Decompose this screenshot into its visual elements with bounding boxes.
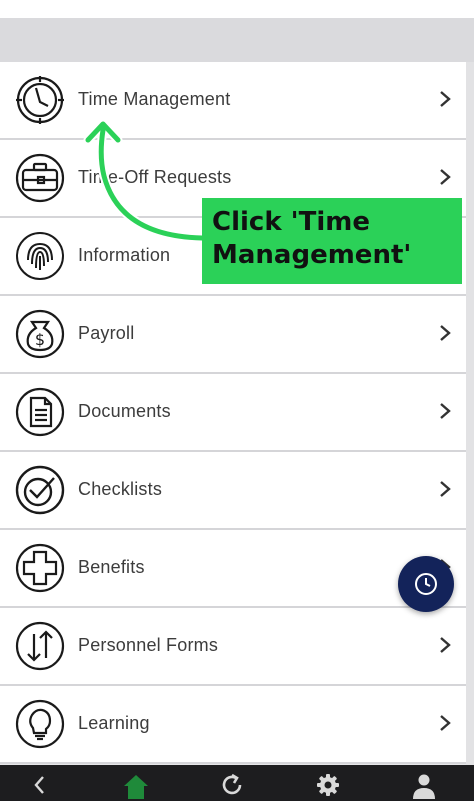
instruction-callout: Click 'Time Management' [202, 198, 462, 284]
svg-text:$: $ [35, 330, 45, 349]
menu-item-label: Documents [78, 401, 171, 421]
document-icon [14, 386, 66, 438]
header-band [0, 18, 474, 62]
menu-item-label: Checklists [78, 479, 163, 499]
menu-item-label: Personnel Forms [78, 635, 219, 655]
chevron-right-icon [438, 401, 452, 421]
clock-icon [413, 571, 439, 597]
status-bar [0, 0, 474, 18]
chevron-right-icon [438, 89, 452, 109]
fab-clock-button[interactable] [398, 556, 454, 612]
menu-item-time-management[interactable]: Time Management [0, 62, 466, 140]
back-icon[interactable] [26, 771, 54, 799]
menu-item-label: Learning [78, 713, 150, 733]
chevron-right-icon [438, 479, 452, 499]
refresh-icon[interactable] [218, 771, 246, 799]
menu-item-label: Time Management [78, 89, 231, 109]
menu-item-payroll[interactable]: $ Payroll [0, 296, 466, 374]
chevron-right-icon [438, 323, 452, 343]
menu-item-learning[interactable]: Learning [0, 686, 466, 764]
transfer-arrows-icon [14, 620, 66, 672]
menu-item-label: Payroll [78, 323, 135, 343]
medical-cross-icon [14, 542, 66, 594]
menu-item-documents[interactable]: Documents [0, 374, 466, 452]
chevron-right-icon [438, 167, 452, 187]
menu-item-label: Benefits [78, 557, 145, 577]
scroll-gutter [466, 62, 474, 765]
user-icon[interactable] [410, 771, 438, 799]
menu-item-label: Time-Off Requests [78, 167, 232, 187]
menu-item-checklists[interactable]: Checklists [0, 452, 466, 530]
menu-item-label: Information [78, 245, 171, 265]
gear-icon[interactable] [314, 771, 342, 799]
menu-list: Time Management Time-Off Requests Inform… [0, 62, 466, 764]
checklist-icon [14, 464, 66, 516]
chevron-right-icon [438, 713, 452, 733]
fingerprint-icon [14, 230, 66, 282]
suitcase-icon [14, 152, 66, 204]
lightbulb-icon [14, 698, 66, 750]
clock-icon [14, 74, 66, 126]
chevron-right-icon [438, 635, 452, 655]
bottom-nav [0, 765, 474, 801]
home-icon[interactable] [122, 771, 150, 799]
money-bag-icon: $ [14, 308, 66, 360]
menu-item-personnel-forms[interactable]: Personnel Forms [0, 608, 466, 686]
menu-item-benefits[interactable]: Benefits [0, 530, 466, 608]
